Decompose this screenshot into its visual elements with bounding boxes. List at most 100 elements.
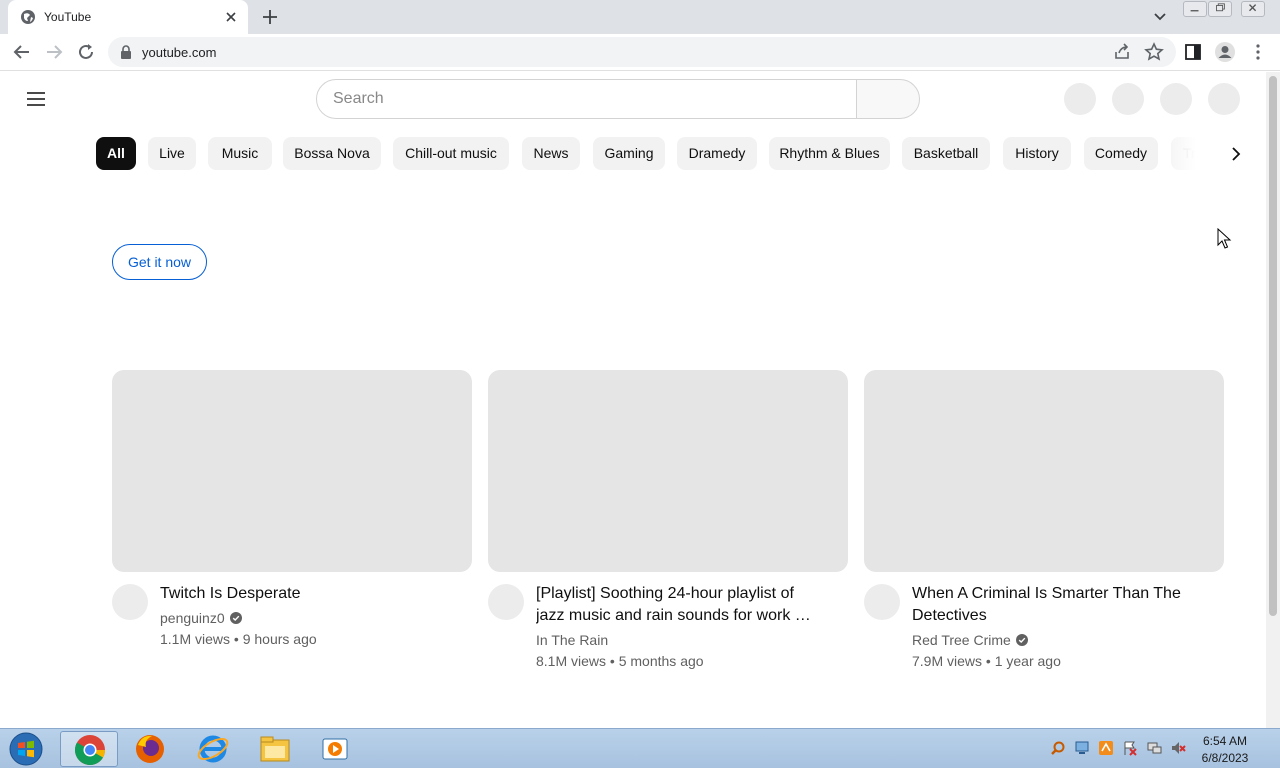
view-count: 8.1M views	[536, 653, 607, 669]
firefox-icon	[136, 735, 164, 763]
channel-avatar[interactable]	[864, 584, 900, 620]
channel-name-row: penguinz0	[160, 610, 242, 626]
channel-name[interactable]: In The Rain	[536, 632, 608, 648]
media-player-icon	[322, 738, 348, 760]
video-title[interactable]: Twitch Is Desperate	[160, 583, 450, 605]
chip-comedy[interactable]: Comedy	[1084, 137, 1158, 170]
account-avatar[interactable]	[1208, 83, 1240, 115]
upload-age: 1 year ago	[994, 653, 1061, 669]
taskbar-file-explorer[interactable]	[246, 731, 304, 767]
close-window-button[interactable]	[1241, 1, 1265, 17]
profile-icon[interactable]	[1213, 40, 1237, 64]
browser-toolbar: youtube.com	[0, 34, 1280, 71]
video-card[interactable]: When A Criminal Is Smarter Than The Dete…	[864, 370, 1224, 690]
get-it-now-button[interactable]: Get it now	[112, 244, 207, 280]
chip-live[interactable]: Live	[148, 137, 196, 170]
verified-check-icon	[229, 612, 242, 624]
video-title[interactable]: [Playlist] Soothing 24-hour playlist of …	[536, 583, 826, 627]
channel-name[interactable]: Red Tree Crime	[912, 632, 1011, 648]
restore-window-button[interactable]	[1208, 1, 1232, 17]
forward-arrow-icon[interactable]	[42, 40, 66, 64]
channel-name-row: In The Rain	[536, 632, 608, 648]
network-disconnected-icon[interactable]	[1146, 740, 1162, 756]
video-title[interactable]: When A Criminal Is Smarter Than The Dete…	[912, 583, 1202, 627]
search-box	[316, 79, 857, 119]
tab-title: YouTube	[44, 10, 92, 24]
scrollbar-thumb[interactable]	[1269, 76, 1277, 616]
browser-tab-strip: YouTube	[0, 0, 1280, 34]
search-button[interactable]	[856, 79, 920, 119]
volume-muted-icon[interactable]	[1170, 740, 1186, 756]
back-arrow-icon[interactable]	[10, 40, 34, 64]
taskbar-chrome[interactable]	[60, 731, 118, 767]
video-thumbnail[interactable]	[864, 370, 1224, 572]
channel-avatar[interactable]	[488, 584, 524, 620]
bookmark-star-icon[interactable]	[1142, 40, 1166, 64]
chevron-right-icon[interactable]	[1224, 142, 1248, 166]
chip-chill-out-music[interactable]: Chill-out music	[393, 137, 509, 170]
browser-tab[interactable]: YouTube	[8, 0, 248, 34]
hamburger-menu-icon[interactable]	[24, 87, 48, 111]
reload-icon[interactable]	[74, 40, 98, 64]
channel-avatar[interactable]	[112, 584, 148, 620]
view-count: 7.9M views	[912, 653, 983, 669]
video-meta: 1.1M views • 9 hours ago	[160, 631, 317, 647]
notifications-button-placeholder[interactable]	[1160, 83, 1192, 115]
chip-basketball[interactable]: Basketball	[902, 137, 990, 170]
address-bar[interactable]: youtube.com	[108, 37, 1176, 67]
windows-taskbar: 6:54 AM 6/8/2023	[0, 728, 1280, 768]
create-button-placeholder[interactable]	[1064, 83, 1096, 115]
taskbar-clock-date[interactable]: 6/8/2023	[1190, 751, 1260, 765]
chevron-down-icon[interactable]	[1150, 8, 1170, 26]
chip-news[interactable]: News	[522, 137, 580, 170]
chip-dramedy[interactable]: Dramedy	[677, 137, 757, 170]
video-meta: 8.1M views • 5 months ago	[536, 653, 704, 669]
close-tab-icon[interactable]	[222, 8, 240, 26]
search-icon[interactable]	[1050, 740, 1066, 756]
category-chip-bar: All Live Music Bossa Nova Chill-out musi…	[96, 137, 1216, 171]
new-tab-icon[interactable]	[259, 6, 281, 28]
internet-explorer-icon	[197, 735, 229, 763]
page-scrollbar[interactable]	[1266, 72, 1280, 728]
video-thumbnail[interactable]	[112, 370, 472, 572]
network-tray-icon[interactable]	[1074, 740, 1090, 756]
chip-music[interactable]: Music	[208, 137, 272, 170]
taskbar-clock-time[interactable]: 6:54 AM	[1190, 734, 1260, 748]
close-icon	[1249, 4, 1257, 12]
kebab-menu-icon[interactable]	[1246, 40, 1270, 64]
taskbar-internet-explorer[interactable]	[184, 731, 242, 767]
apps-button-placeholder[interactable]	[1112, 83, 1144, 115]
video-meta: 7.9M views • 1 year ago	[912, 653, 1061, 669]
flag-error-icon[interactable]	[1122, 740, 1138, 756]
folder-icon	[260, 736, 290, 762]
chip-all[interactable]: All	[96, 137, 136, 170]
chip-rhythm-blues[interactable]: Rhythm & Blues	[769, 137, 890, 170]
windows-start-icon[interactable]	[6, 731, 46, 767]
youtube-page: All Live Music Bossa Nova Chill-out musi…	[0, 72, 1266, 728]
mouse-cursor-icon	[1217, 228, 1232, 249]
chip-bar-fade	[1160, 137, 1220, 171]
channel-name-row: Red Tree Crime	[912, 632, 1028, 648]
chip-gaming[interactable]: Gaming	[593, 137, 665, 170]
share-icon[interactable]	[1110, 40, 1134, 64]
taskbar-firefox[interactable]	[121, 731, 179, 767]
minimize-window-button[interactable]	[1183, 1, 1207, 17]
upload-age: 9 hours ago	[242, 631, 317, 647]
lock-icon[interactable]	[120, 45, 132, 59]
chip-bossa-nova[interactable]: Bossa Nova	[283, 137, 381, 170]
search-input[interactable]	[333, 80, 833, 118]
globe-icon	[21, 10, 35, 24]
minimize-icon	[1190, 10, 1199, 12]
upload-age: 5 months ago	[618, 653, 704, 669]
video-thumbnail[interactable]	[488, 370, 848, 572]
app-tray-icon[interactable]	[1098, 740, 1114, 756]
url-text: youtube.com	[142, 45, 217, 60]
video-card[interactable]: Twitch Is Desperate penguinz0 1.1M views…	[112, 370, 472, 690]
side-panel-icon[interactable]	[1181, 40, 1205, 64]
video-card[interactable]: [Playlist] Soothing 24-hour playlist of …	[488, 370, 848, 690]
view-count: 1.1M views	[160, 631, 231, 647]
taskbar-media-player[interactable]	[306, 731, 364, 767]
chrome-icon	[74, 735, 106, 766]
chip-history[interactable]: History	[1003, 137, 1071, 170]
channel-name[interactable]: penguinz0	[160, 610, 225, 626]
